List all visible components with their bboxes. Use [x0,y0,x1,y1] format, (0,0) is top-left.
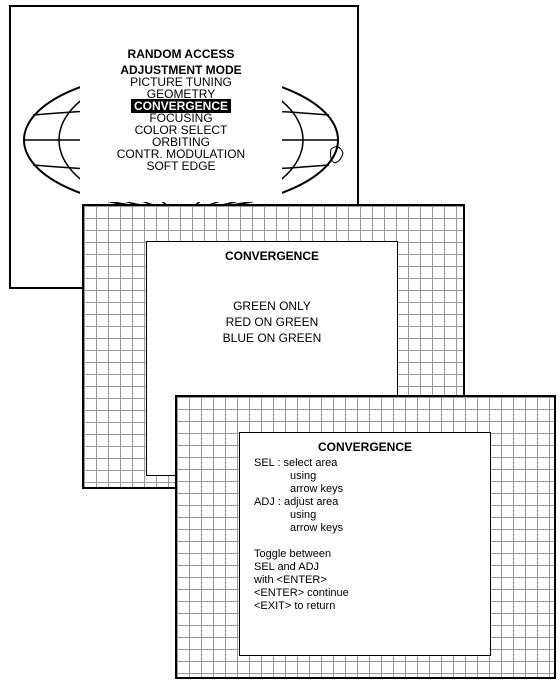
help-line-toggle: Toggle between [254,548,332,560]
menu-title-line1: RANDOM ACCESS [127,47,235,61]
menu2-item-green-only[interactable]: GREEN ONLY [147,298,397,314]
help-line-using-1: using [290,470,317,482]
help-line-arrow-keys-1: arrow keys [290,483,344,495]
random-access-menu: RANDOM ACCESS ADJUSTMENT MODE PICTURE TU… [80,40,282,202]
help-line-adj: ADJ : adjust area [254,496,339,508]
menu2-title: CONVERGENCE [224,249,319,263]
menu2-item-red-on-green[interactable]: RED ON GREEN [147,314,397,330]
menu-item-soft-edge[interactable]: SOFT EDGE [80,160,282,172]
help-line-sel: SEL : select area [254,457,338,469]
help-line-with-enter: with <ENTER> [254,574,327,586]
help-line-exit-return: <EXIT> to return [254,600,336,612]
menu3-title: CONVERGENCE [317,440,412,454]
help-line-enter-continue: <ENTER> continue [254,587,349,599]
screen-convergence-help: CONVERGENCE SEL : select area using arro… [175,395,556,679]
help-line-arrow-keys-2: arrow keys [290,522,344,534]
convergence-help-menu: CONVERGENCE SEL : select area using arro… [239,432,491,656]
help-line-sel-adj: SEL and ADJ [254,561,320,573]
menu2-item-blue-on-green[interactable]: BLUE ON GREEN [147,330,397,346]
help-line-blank [254,535,490,548]
help-line-using-2: using [290,509,317,521]
